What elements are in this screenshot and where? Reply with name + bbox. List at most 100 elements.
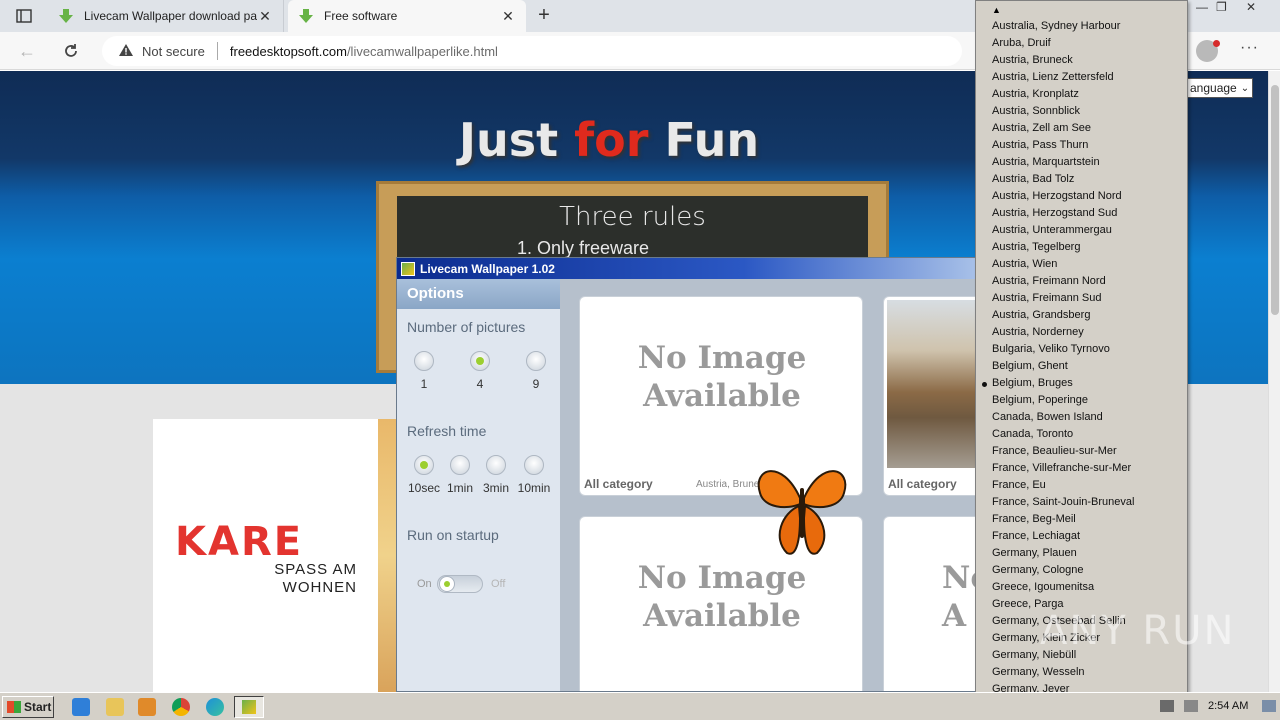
tab-livecam-download[interactable]: Livecam Wallpaper download pa ✕ [48,0,284,32]
location-label: Austria, Bruneck [992,54,1073,66]
download-arrow-icon [58,8,74,24]
kare-advertisement[interactable]: KARE SPASS AM WOHNEN [153,419,380,692]
location-list-item[interactable]: Belgium, Ghent [976,358,1187,375]
location-list-item[interactable]: Austria, Herzogstand Sud [976,205,1187,222]
tile-category[interactable]: All category [888,477,957,491]
location-list-item[interactable]: Austria, Pass Thurn [976,137,1187,154]
location-label: Austria, Tegelberg [992,241,1081,253]
camera-tile[interactable]: No A [883,516,975,691]
location-list-item[interactable]: Germany, Cologne [976,562,1187,579]
location-list-item[interactable]: Canada, Bowen Island [976,409,1187,426]
edge-icon[interactable] [206,698,224,716]
url-host: freedesktopsoft.com [229,43,347,59]
location-list-item[interactable]: France, Saint-Jouin-Bruneval [976,494,1187,511]
scroll-up-icon[interactable]: ▲ [976,3,1187,17]
location-list-item[interactable]: Austria, Norderney [976,324,1187,341]
location-list-item[interactable]: Austria, Lienz Zettersfeld [976,69,1187,86]
location-list-item[interactable]: Austria, Marquartstein [976,154,1187,171]
location-list-item[interactable]: Austria, Wien [976,256,1187,273]
location-list-item[interactable]: Belgium, Bruges [976,375,1187,392]
location-label: Canada, Bowen Island [992,411,1103,423]
location-list: Australia, Sydney Harbour Aruba, Druif Aus… [976,18,1187,698]
tab-free-software[interactable]: Free software ✕ [288,0,526,32]
language-select[interactable]: anguage ⌄ [1186,78,1254,98]
location-list-item[interactable]: France, Beaulieu-sur-Mer [976,443,1187,460]
location-list-item[interactable]: Australia, Sydney Harbour [976,18,1187,35]
location-list-item[interactable]: France, Beg-Meil [976,511,1187,528]
volume-icon[interactable] [1184,700,1198,712]
location-label: Belgium, Bruges [992,377,1073,389]
back-arrow-icon[interactable]: ← [14,39,40,63]
tab-title: Livecam Wallpaper download pa [84,9,257,23]
clock[interactable]: 2:54 AM [1208,700,1248,712]
pictures-radio-9[interactable] [526,351,546,371]
chrome-icon[interactable] [172,698,190,716]
livecam-titlebar[interactable]: Livecam Wallpaper 1.02 [397,258,975,279]
location-list-item[interactable]: Austria, Bad Tolz [976,171,1187,188]
location-list-item[interactable]: Greece, Igoumenitsa [976,579,1187,596]
camera-tile[interactable]: All category [883,296,975,496]
butterfly-icon[interactable] [752,458,852,566]
location-label: Austria, Herzogstand Sud [992,207,1118,219]
warning-triangle-icon[interactable] [118,43,134,60]
startup-toggle[interactable] [437,575,483,593]
location-list-item[interactable]: Austria, Sonnblick [976,103,1187,120]
pictures-option-label: 4 [476,377,484,391]
livecam-taskbar-button[interactable] [234,696,264,718]
tile-category[interactable]: All category [584,477,653,491]
location-list-item[interactable]: Canada, Toronto [976,426,1187,443]
no-image-text: No Image Available [580,559,862,635]
new-tab-button[interactable]: + [532,4,556,28]
location-list-item[interactable]: France, Villefranche-sur-Mer [976,460,1187,477]
close-icon[interactable]: ✕ [500,8,516,25]
show-desktop-icon[interactable] [1262,700,1276,712]
address-bar[interactable]: Not secure freedesktopsoft.com /livecamw… [102,36,962,66]
location-list-item[interactable]: Austria, Grandsberg [976,307,1187,324]
pictures-radio-1[interactable] [414,351,434,371]
refresh-radio-10min[interactable] [524,455,544,475]
refresh-radio-10sec[interactable] [414,455,434,475]
ad-logo: KARE [175,519,304,565]
network-icon[interactable] [1160,700,1174,712]
refresh-icon[interactable] [58,39,84,63]
close-window-icon[interactable]: ✕ [1246,0,1256,18]
pictures-option-label: 1 [420,377,428,391]
restore-icon[interactable]: ❐ [1216,0,1227,18]
profile-avatar-icon[interactable] [1196,40,1220,62]
location-label: Belgium, Ghent [992,360,1068,372]
start-button[interactable]: Start [2,696,54,718]
location-list-item[interactable]: France, Lechiagat [976,528,1187,545]
security-label[interactable]: Not secure [142,44,205,59]
location-list-item[interactable]: Austria, Tegelberg [976,239,1187,256]
location-list-item[interactable]: Bulgaria, Veliko Tyrnovo [976,341,1187,358]
tab-actions-icon[interactable] [10,6,38,26]
location-list-item[interactable]: Belgium, Poperinge [976,392,1187,409]
location-list-item[interactable]: Austria, Herzogstand Nord [976,188,1187,205]
location-label: France, Lechiagat [992,530,1081,542]
internet-explorer-icon[interactable] [72,698,90,716]
location-list-item[interactable]: Austria, Zell am See [976,120,1187,137]
location-list-item[interactable]: Aruba, Druif [976,35,1187,52]
refresh-radio-1min[interactable] [450,455,470,475]
scrollbar-thumb[interactable] [1271,85,1279,315]
close-icon[interactable]: ✕ [257,8,273,25]
location-label: Austria, Lienz Zettersfeld [992,71,1114,83]
minimize-icon[interactable]: — [1196,0,1208,18]
location-label: Bulgaria, Veliko Tyrnovo [992,343,1110,355]
chalkboard-rule: 1. Only freeware [517,238,650,258]
location-list-item[interactable]: Austria, Kronplatz [976,86,1187,103]
location-list-item[interactable]: Austria, Bruneck [976,52,1187,69]
location-list-item[interactable]: Germany, Plauen [976,545,1187,562]
media-player-icon[interactable] [138,698,156,716]
page-scrollbar[interactable] [1268,71,1280,692]
location-list-item[interactable]: Germany, Wesseln [976,664,1187,681]
location-list-item[interactable]: Austria, Freimann Nord [976,273,1187,290]
more-menu-icon[interactable]: ··· [1240,39,1259,57]
no-image-line: Available [643,598,801,634]
pictures-radio-4[interactable] [470,351,490,371]
refresh-radio-3min[interactable] [486,455,506,475]
location-list-item[interactable]: Austria, Freimann Sud [976,290,1187,307]
location-list-item[interactable]: Austria, Unterammergau [976,222,1187,239]
location-list-item[interactable]: France, Eu [976,477,1187,494]
folder-icon[interactable] [106,698,124,716]
